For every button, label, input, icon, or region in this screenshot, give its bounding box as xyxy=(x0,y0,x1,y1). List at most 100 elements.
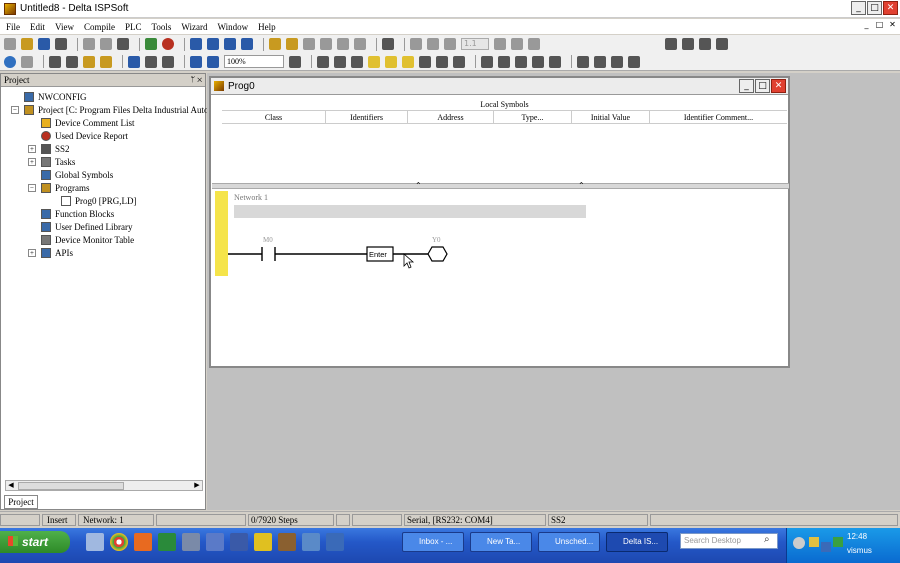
tree-item-ss2[interactable]: + SS2 xyxy=(28,143,70,155)
arrange-icon[interactable] xyxy=(716,38,728,50)
computer-app-icon[interactable] xyxy=(206,533,224,551)
pointer-icon[interactable] xyxy=(481,55,493,68)
monitor-icon[interactable] xyxy=(241,38,253,50)
coil-address[interactable]: Y0 xyxy=(432,236,441,244)
database-icon[interactable] xyxy=(254,533,272,551)
tree-item-project[interactable]: − Project [C: Program Files Delta Indust… xyxy=(11,104,215,116)
contact-address[interactable]: M0 xyxy=(263,236,273,244)
mdi-restore-button[interactable]: □ xyxy=(874,20,885,31)
tray-expand-icon[interactable] xyxy=(793,537,805,549)
outlook-icon[interactable] xyxy=(134,533,152,551)
prog0-minimize-button[interactable]: _ xyxy=(739,79,754,93)
tab-project[interactable]: Project xyxy=(4,495,38,509)
dropdown-arrow-icon[interactable] xyxy=(289,55,301,68)
column-header-initial-value[interactable]: Initial Value xyxy=(572,111,650,123)
open-folder-icon[interactable] xyxy=(21,38,33,50)
step-over-icon[interactable] xyxy=(427,38,439,50)
tile-horizontal-icon[interactable] xyxy=(665,38,677,50)
tree-item-global-symbols[interactable]: Global Symbols xyxy=(41,169,113,181)
contact-edge-icon[interactable] xyxy=(453,55,465,68)
horizontal-line-icon[interactable] xyxy=(498,55,510,68)
collapse-up-icon[interactable]: ⌃ xyxy=(415,181,422,190)
scroll-right-icon[interactable]: ▶ xyxy=(192,481,202,490)
copy-icon[interactable] xyxy=(66,55,78,68)
back-icon[interactable] xyxy=(4,55,16,68)
step-value-box[interactable]: 1.1 xyxy=(461,38,489,50)
function-block-icon[interactable] xyxy=(532,55,544,68)
network-insert-icon[interactable] xyxy=(368,55,380,68)
window-layout-icon[interactable] xyxy=(83,38,95,50)
box-icon[interactable] xyxy=(278,533,296,551)
ladder-editor[interactable]: Network 1 M0 Enter Y0 xyxy=(212,190,789,365)
menu-help[interactable]: Help xyxy=(258,22,276,32)
tray-app-icon[interactable] xyxy=(833,537,843,547)
coil-shape[interactable] xyxy=(427,246,448,262)
taskbar-item-delta-ispsoft[interactable]: Delta IS... xyxy=(606,532,668,552)
stop-icon[interactable] xyxy=(162,38,174,50)
prog0-maximize-button[interactable]: □ xyxy=(755,79,770,93)
menu-view[interactable]: View xyxy=(55,22,74,32)
menu-edit[interactable]: Edit xyxy=(30,22,45,32)
menu-plc[interactable]: PLC xyxy=(125,22,142,32)
close-button[interactable]: ✕ xyxy=(883,1,898,15)
online-edit-icon[interactable] xyxy=(286,38,298,50)
edit-icon[interactable] xyxy=(269,38,281,50)
upload-icon[interactable] xyxy=(207,38,219,50)
network-icon[interactable] xyxy=(382,38,394,50)
register-edit-icon[interactable] xyxy=(303,38,315,50)
window-app-icon[interactable] xyxy=(230,533,248,551)
menu-tools[interactable]: Tools xyxy=(152,22,172,32)
chrome-icon[interactable] xyxy=(110,533,128,551)
contact-no-icon[interactable] xyxy=(419,55,431,68)
tile-vertical-icon[interactable] xyxy=(682,38,694,50)
monitor-app-icon[interactable] xyxy=(326,533,344,551)
start-button[interactable]: start xyxy=(0,531,70,553)
bit-force-icon[interactable] xyxy=(320,38,332,50)
network-delete-icon[interactable] xyxy=(385,55,397,68)
column-header-identifier-comment[interactable]: Identifier Comment... xyxy=(650,111,787,123)
tray-app-icon[interactable] xyxy=(809,537,819,547)
taskbar-item-unscheduled[interactable]: Unsched... xyxy=(538,532,600,552)
network-app-icon[interactable] xyxy=(182,533,200,551)
contact-nc-icon[interactable] xyxy=(436,55,448,68)
menu-compile[interactable]: Compile xyxy=(84,22,115,32)
menu-wizard[interactable]: Wizard xyxy=(181,22,207,32)
pin-icon[interactable]: ᛘ xyxy=(190,75,195,84)
vertical-line-icon[interactable] xyxy=(594,55,606,68)
collapse-up-icon[interactable]: ⌃ xyxy=(578,181,585,190)
collapse-icon[interactable]: − xyxy=(11,106,19,114)
scroll-thumb[interactable] xyxy=(18,482,124,490)
find-icon[interactable] xyxy=(128,55,140,68)
compare-icon[interactable] xyxy=(224,38,236,50)
bulb-icon[interactable] xyxy=(337,38,349,50)
redo-icon[interactable] xyxy=(528,38,540,50)
collapse-icon[interactable]: − xyxy=(28,184,36,192)
table-mode-icon[interactable] xyxy=(334,55,346,68)
project-horizontal-scrollbar[interactable]: ◀ ▶ xyxy=(5,480,203,491)
expand-icon[interactable]: + xyxy=(28,145,36,153)
comment-mode-icon[interactable] xyxy=(351,55,363,68)
branch-icon[interactable] xyxy=(577,55,589,68)
zoom-level-select[interactable]: 100% xyxy=(224,55,284,68)
scroll-left-icon[interactable]: ◀ xyxy=(6,481,16,490)
undo-icon[interactable] xyxy=(162,55,174,68)
phone-icon[interactable] xyxy=(86,533,104,551)
mdi-close-button[interactable]: ✕ xyxy=(887,20,898,31)
refresh-icon[interactable] xyxy=(511,38,523,50)
tree-item-function-blocks[interactable]: Function Blocks xyxy=(41,208,114,220)
zoom-in-icon[interactable] xyxy=(190,55,202,68)
download-icon[interactable] xyxy=(190,38,202,50)
paste-icon[interactable] xyxy=(83,55,95,68)
tree-item-tasks[interactable]: + Tasks xyxy=(28,156,75,168)
tree-item-device-monitor-table[interactable]: Device Monitor Table xyxy=(41,234,134,246)
taskbar-item-new-tab[interactable]: New Ta... xyxy=(470,532,532,552)
tree-item-prog0[interactable]: Prog0 [PRG,LD] xyxy=(61,195,137,207)
tree-item-device-comment-list[interactable]: Device Comment List xyxy=(41,117,134,129)
close-panel-icon[interactable]: ✕ xyxy=(197,75,202,84)
column-header-identifiers[interactable]: Identifiers xyxy=(326,111,408,123)
replace-icon[interactable] xyxy=(145,55,157,68)
window-split-icon[interactable] xyxy=(100,38,112,50)
tree-item-nwconfig[interactable]: NWCONFIG xyxy=(24,91,87,103)
minimize-button[interactable]: _ xyxy=(851,1,866,15)
cut-icon[interactable] xyxy=(49,55,61,68)
